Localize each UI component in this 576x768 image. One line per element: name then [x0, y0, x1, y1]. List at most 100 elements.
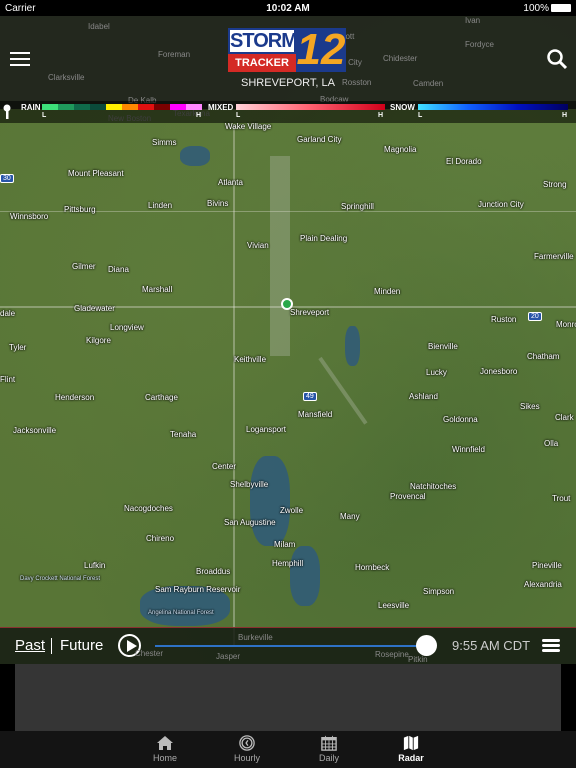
- city-label: Gladewater: [74, 304, 115, 313]
- highway-shield-icon: 49: [303, 392, 317, 401]
- highway-shield-icon: 30: [0, 174, 14, 183]
- city-label: El Dorado: [446, 157, 482, 166]
- city-label: Mansfield: [298, 410, 333, 419]
- clock: 10:02 AM: [266, 2, 310, 14]
- faint-map-label: Idabel: [88, 22, 110, 31]
- faint-map-label: Jasper: [216, 652, 241, 661]
- timeline-bar: Past Future 9:55 AM CDT: [0, 627, 576, 664]
- city-label: Hornbeck: [355, 563, 390, 572]
- city-label: Monroe: [556, 320, 576, 329]
- faint-map-label: Pitkin: [408, 655, 428, 664]
- tab-label: Hourly: [233, 753, 260, 763]
- snow-scale: [418, 104, 568, 110]
- past-toggle[interactable]: Past: [15, 637, 45, 654]
- city-label: Lucky: [426, 368, 447, 377]
- mixed-high: H: [378, 112, 384, 119]
- city-label: Carthage: [145, 393, 178, 402]
- clock-icon: [239, 735, 255, 751]
- faint-map-label: Ivan: [465, 16, 481, 25]
- faint-map-label: Chester: [135, 649, 164, 658]
- city-label: Bivins: [207, 199, 229, 208]
- city-label: Pittsburg: [64, 205, 96, 214]
- city-label: Sikes: [520, 402, 540, 411]
- city-label: Flint: [0, 375, 16, 384]
- key-icon: [3, 104, 11, 119]
- city-label: Hemphill: [272, 559, 304, 568]
- city-label: Henderson: [55, 393, 95, 402]
- city-label: Angelina National Forest: [148, 610, 214, 616]
- snow-high: H: [562, 112, 568, 119]
- city-label: Sam Rayburn Reservoir: [155, 585, 241, 594]
- city-label: Shelbyville: [230, 480, 269, 489]
- faint-map-label: Burkeville: [238, 633, 273, 642]
- search-button[interactable]: [546, 48, 568, 75]
- city-label: Many: [340, 512, 360, 521]
- hamburger-icon: [10, 52, 30, 66]
- city-label: Trout: [552, 494, 571, 503]
- city-label: Linden: [148, 201, 173, 210]
- city-label: Wake Village: [225, 122, 272, 131]
- city-label: Plain Dealing: [300, 234, 348, 243]
- location-label: SHREVEPORT, LA: [241, 77, 335, 89]
- faint-map-label: Chidester: [383, 54, 418, 63]
- faint-map-label: Rosepine: [375, 650, 409, 659]
- faint-map-label: Foreman: [158, 50, 191, 59]
- city-label: Davy Crockett National Forest: [20, 576, 101, 582]
- city-label: Garland City: [297, 135, 342, 144]
- city-label: Ruston: [491, 315, 517, 324]
- city-label: Chatham: [527, 352, 560, 361]
- city-label: Magnolia: [384, 145, 417, 154]
- city-label: Tyler: [9, 343, 27, 352]
- city-label: Jonesboro: [480, 367, 518, 376]
- layers-button[interactable]: [542, 639, 560, 653]
- city-label: Shreveport: [290, 308, 330, 317]
- timeline-slider-track[interactable]: [155, 645, 425, 647]
- faint-map-label: Fordyce: [465, 40, 494, 49]
- city-label: Farmerville: [534, 252, 574, 261]
- city-label: Mount Pleasant: [68, 169, 124, 178]
- city-label: Alexandria: [524, 580, 562, 589]
- tab-home[interactable]: Home: [124, 731, 206, 768]
- tab-label: Radar: [398, 753, 424, 763]
- city-label: Gilmer: [72, 262, 96, 271]
- city-label: Lufkin: [84, 561, 106, 570]
- city-label: Minden: [374, 287, 401, 296]
- city-label: Winnsboro: [10, 212, 49, 221]
- tab-bar: Home Hourly Daily Radar: [0, 731, 576, 768]
- map-icon: [403, 735, 419, 751]
- city-label: Jacksonville: [13, 426, 57, 435]
- layers-icon: [542, 639, 560, 652]
- city-label: Pineville: [532, 561, 562, 570]
- city-label: Bienville: [428, 342, 458, 351]
- city-label: Ashland: [409, 392, 438, 401]
- tab-radar[interactable]: Radar: [370, 731, 452, 768]
- calendar-icon: [321, 735, 337, 751]
- city-label: Nacogdoches: [124, 504, 173, 513]
- snow-low: L: [418, 112, 423, 119]
- city-label: Winnfield: [452, 445, 485, 454]
- tab-daily[interactable]: Daily: [288, 731, 370, 768]
- ad-banner[interactable]: [15, 664, 561, 731]
- city-label: Natchitoches: [410, 482, 457, 491]
- city-label: Junction City: [478, 200, 524, 209]
- future-toggle[interactable]: Future: [60, 637, 103, 654]
- city-label: Logansport: [246, 425, 287, 434]
- city-label: Longview: [110, 323, 144, 332]
- mixed-label: MIXED: [208, 103, 234, 112]
- city-label: Leesville: [378, 601, 410, 610]
- storm-tracker-12-logo: STORM TRACKER 12: [228, 25, 346, 74]
- city-label: Diana: [108, 265, 129, 274]
- menu-button[interactable]: [10, 52, 30, 66]
- city-label: Broaddus: [196, 567, 231, 576]
- timeline-slider-thumb[interactable]: [416, 635, 437, 656]
- city-label: Olla: [544, 439, 559, 448]
- status-bar: Carrier 10:02 AM 100%: [0, 0, 576, 16]
- city-label: Atlanta: [218, 178, 243, 187]
- mixed-low: L: [236, 112, 241, 119]
- home-icon: [157, 736, 173, 750]
- snow-label: SNOW: [390, 103, 415, 112]
- city-label: Zwolle: [280, 506, 304, 515]
- precip-legend[interactable]: RAIN L H MIXED L H SNOW L H: [0, 101, 576, 123]
- city-label: Center: [212, 462, 237, 471]
- tab-hourly[interactable]: Hourly: [206, 731, 288, 768]
